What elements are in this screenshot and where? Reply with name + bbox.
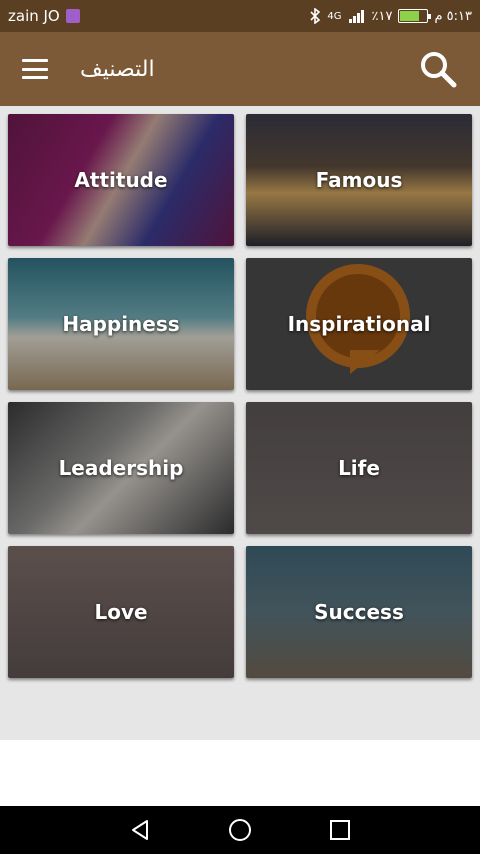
battery-percent-label: ٪١٧	[371, 8, 393, 24]
ad-banner-area	[0, 740, 480, 806]
category-label: Leadership	[58, 456, 184, 480]
clock-label: ٥:١٣ م	[434, 8, 472, 24]
back-triangle-icon	[132, 820, 148, 840]
category-card-success[interactable]: Success	[246, 546, 472, 678]
category-card-love[interactable]: Love	[8, 546, 234, 678]
app-bar: التصنيف	[0, 32, 480, 106]
category-card-life[interactable]: Life	[246, 402, 472, 534]
search-button[interactable]	[418, 49, 458, 89]
system-nav-bar	[0, 806, 480, 854]
recents-button[interactable]	[327, 817, 353, 843]
signal-icon	[348, 10, 364, 23]
home-circle-icon	[229, 819, 251, 841]
category-card-happiness[interactable]: Happiness	[8, 258, 234, 390]
status-bar: zain JO 4G ٪١٧ ٥:١٣ م	[0, 0, 480, 32]
category-card-attitude[interactable]: Attitude	[8, 114, 234, 246]
category-label: Happiness	[62, 312, 180, 336]
home-button[interactable]	[227, 817, 253, 843]
page-title: التصنيف	[80, 56, 155, 82]
category-label: Love	[94, 600, 148, 624]
category-label: Inspirational	[287, 312, 431, 336]
category-label: Life	[338, 456, 380, 480]
network-type-label: 4G	[327, 10, 342, 22]
recents-square-icon	[330, 820, 350, 840]
category-grid: Attitude Famous Happiness Inspirational …	[8, 114, 472, 678]
gallery-notification-icon	[65, 9, 80, 23]
category-card-famous[interactable]: Famous	[246, 114, 472, 246]
hamburger-icon[interactable]	[22, 59, 48, 79]
battery-icon	[398, 9, 432, 23]
category-label: Success	[314, 600, 404, 624]
status-right: 4G ٪١٧ ٥:١٣ م	[309, 8, 472, 24]
category-label: Famous	[315, 168, 403, 192]
category-card-inspirational[interactable]: Inspirational	[246, 258, 472, 390]
bluetooth-icon	[310, 8, 321, 24]
search-icon	[421, 52, 457, 88]
status-left: zain JO	[8, 7, 80, 25]
battery-fill	[400, 11, 419, 21]
category-card-leadership[interactable]: Leadership	[8, 402, 234, 534]
back-button[interactable]	[127, 817, 153, 843]
carrier-label: zain JO	[8, 7, 60, 25]
category-label: Attitude	[74, 168, 168, 192]
